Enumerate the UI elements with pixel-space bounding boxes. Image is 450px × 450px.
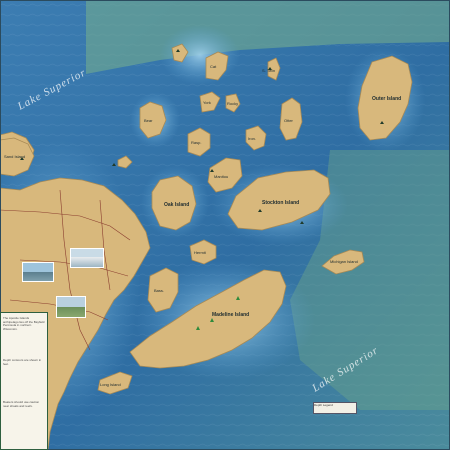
label-outer: Outer Island	[372, 96, 401, 102]
photo-ferry[interactable]	[22, 262, 54, 282]
photo-harbor[interactable]	[70, 248, 104, 268]
map-canvas[interactable]: Lake Superior Lake Superior Outer Island…	[0, 0, 450, 450]
panel-text-2: Depth contours are shown in feet.	[3, 359, 42, 366]
panel-text-3: Boaters should use caution near shoals a…	[3, 401, 40, 408]
label-york: York	[203, 100, 211, 105]
label-manitou: Manitou	[214, 174, 228, 179]
label-madeline: Madeline Island	[212, 312, 249, 318]
label-rocky: Rocky	[227, 101, 238, 106]
label-basswood: Bass.	[154, 288, 164, 293]
label-ironwood: Iron.	[248, 136, 256, 141]
label-long: Long Island	[100, 382, 121, 387]
label-michigan: Michigan Island	[330, 259, 358, 264]
label-stockton: Stockton Island	[262, 200, 299, 206]
label-bear: Bear	[144, 118, 153, 123]
label-raspberry: Rasp.	[191, 140, 201, 145]
depth-legend-label: Depth Legend	[314, 403, 333, 407]
label-hermit: Hermit	[194, 250, 207, 255]
label-otter: Otter	[284, 118, 294, 123]
label-south-twin: S. Twin	[262, 68, 275, 73]
bathymetric-map[interactable]: Lake Superior Lake Superior Outer Island…	[0, 0, 450, 450]
panel-text-1: The Apostle Islands archipelago lies off…	[3, 317, 45, 331]
depth-legend: Depth Legend	[313, 402, 357, 414]
label-oak: Oak Island	[164, 202, 189, 208]
info-panel: The Apostle Islands archipelago lies off…	[0, 312, 48, 450]
photo-town[interactable]	[56, 296, 86, 318]
label-cat: Cat	[210, 64, 217, 69]
